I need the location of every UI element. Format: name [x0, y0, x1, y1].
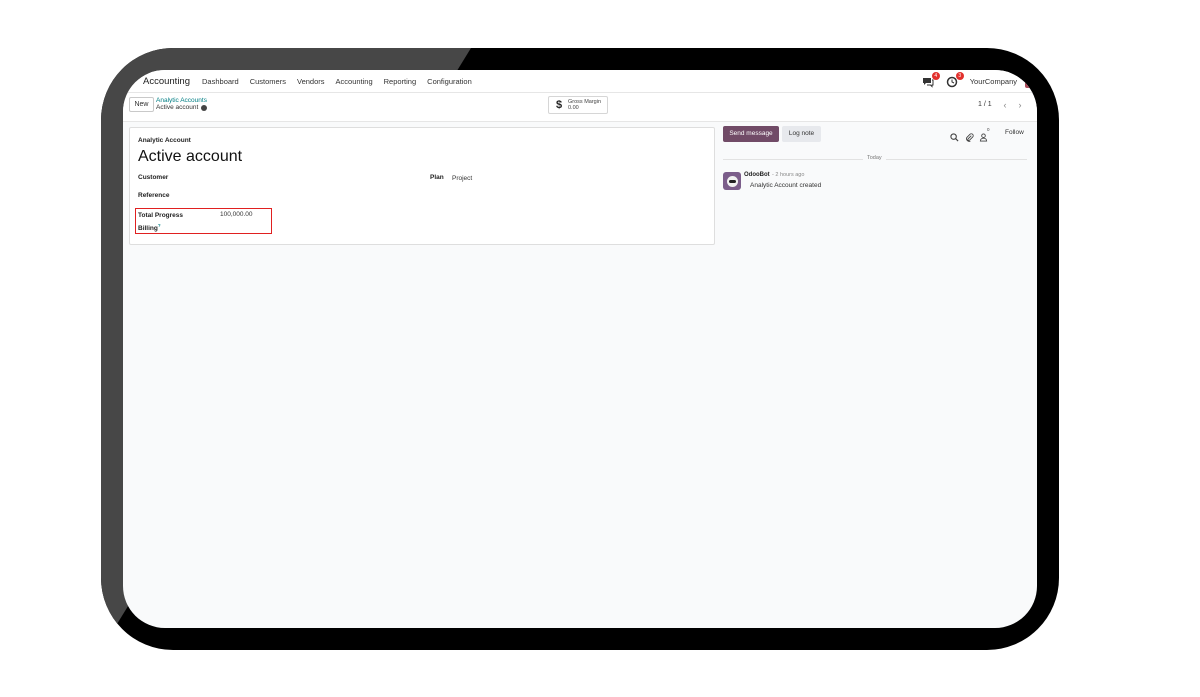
highlight-box	[135, 208, 272, 234]
message-body: Analytic Account created	[750, 182, 822, 189]
date-separator: Today	[863, 155, 886, 161]
menu-item-reporting[interactable]: Reporting	[384, 77, 417, 86]
company-switcher[interactable]: YourCompany	[970, 77, 1017, 86]
main-menu: Dashboard Customers Vendors Accounting R…	[202, 77, 483, 86]
breadcrumb: Analytic Accounts Active account	[156, 97, 208, 111]
systray: 4 3 YourCompany	[922, 70, 1037, 93]
menu-item-vendors[interactable]: Vendors	[297, 77, 325, 86]
breadcrumb-current: Active account	[156, 104, 208, 111]
top-navbar: Accounting Dashboard Customers Vendors A…	[123, 70, 1037, 93]
messages-badge: 4	[931, 71, 940, 80]
breadcrumb-current-label: Active account	[156, 104, 199, 111]
gross-margin-smart-button[interactable]: $ Gross Margin 0.00	[548, 96, 608, 114]
activities-badge: 3	[955, 71, 964, 80]
activities-icon[interactable]: 3	[946, 71, 964, 89]
log-note-button[interactable]: Log note	[782, 126, 821, 142]
user-avatar[interactable]	[1025, 75, 1037, 88]
control-panel: New Analytic Accounts Active account $ G…	[123, 93, 1037, 122]
new-button[interactable]: New	[129, 97, 154, 112]
plan-field[interactable]: Project	[452, 175, 472, 182]
gear-icon[interactable]	[201, 104, 208, 111]
record-type-label: Analytic Account	[138, 137, 191, 144]
record-name-field[interactable]: Active account	[138, 148, 242, 166]
odoobot-avatar[interactable]	[723, 172, 741, 190]
paperclip-icon[interactable]	[965, 129, 975, 142]
send-message-button[interactable]: Send message	[723, 126, 779, 142]
reference-label: Reference	[138, 192, 170, 199]
pager-value[interactable]: 1 / 1	[978, 101, 992, 108]
pager-previous-icon[interactable]: ‹	[999, 99, 1011, 111]
form-sheet: Analytic Account Active account Customer…	[129, 127, 715, 245]
messages-icon[interactable]: 4	[922, 71, 940, 89]
plan-label: Plan	[430, 174, 444, 181]
search-icon[interactable]	[950, 129, 960, 142]
app-name[interactable]: Accounting	[143, 76, 190, 87]
message-timestamp: - 2 hours ago	[772, 172, 805, 178]
app-screen: Accounting Dashboard Customers Vendors A…	[123, 70, 1037, 628]
breadcrumb-parent-link[interactable]: Analytic Accounts	[156, 97, 207, 104]
menu-item-configuration[interactable]: Configuration	[427, 77, 472, 86]
menu-item-accounting[interactable]: Accounting	[336, 77, 373, 86]
menu-item-dashboard[interactable]: Dashboard	[202, 77, 239, 86]
follow-button[interactable]: Follow	[1005, 129, 1024, 136]
chatter: Send message Log note 0 Follow Today Odo…	[723, 126, 1033, 226]
message-author[interactable]: OdooBot	[744, 172, 770, 178]
smart-button-text: Gross Margin 0.00	[568, 99, 601, 111]
pager-next-icon[interactable]: ›	[1014, 99, 1026, 111]
followers-count: 0	[987, 127, 990, 132]
smart-button-value: 0.00	[568, 105, 579, 111]
customer-label: Customer	[138, 174, 169, 181]
menu-item-customers[interactable]: Customers	[250, 77, 286, 86]
dollar-icon: $	[556, 99, 563, 111]
